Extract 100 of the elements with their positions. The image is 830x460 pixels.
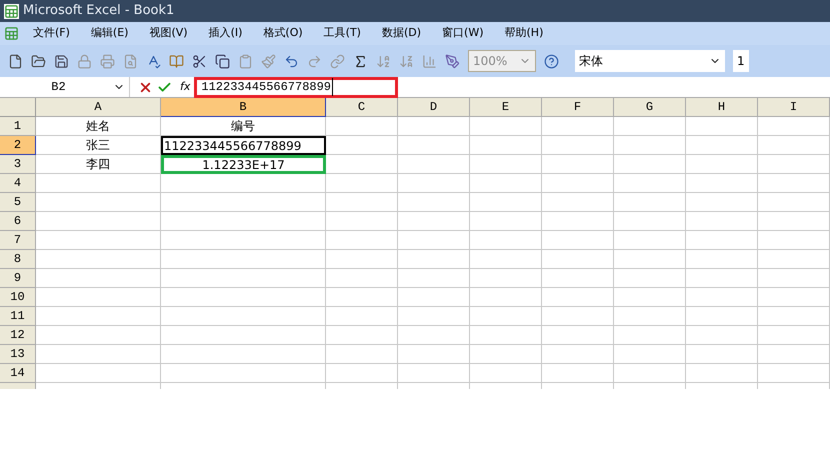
redo-icon[interactable] [307,54,322,68]
empty-cell[interactable] [614,269,686,288]
empty-cell[interactable] [542,288,614,307]
font-dropdown[interactable]: 宋体 [575,50,725,72]
empty-cell[interactable] [326,212,398,231]
lock-icon[interactable] [77,54,92,68]
row-header[interactable]: 10 [0,288,36,307]
menu-item[interactable]: 窗口(W) [436,25,490,42]
empty-cell[interactable] [542,155,614,174]
column-header[interactable]: F [542,98,614,117]
row-header[interactable]: 5 [0,193,36,212]
empty-cell[interactable] [470,136,542,155]
table-cell[interactable]: 张三 [36,136,161,155]
empty-cell[interactable] [758,193,830,212]
new-file-icon[interactable] [8,54,23,68]
empty-cell[interactable] [758,117,830,136]
empty-cell[interactable] [758,307,830,326]
column-header[interactable]: H [686,98,758,117]
empty-cell[interactable] [161,231,326,250]
empty-cell[interactable] [686,269,758,288]
row-header[interactable]: 2 [0,136,36,155]
function-label[interactable]: fx [180,78,190,96]
empty-cell[interactable] [326,136,398,155]
table-cell[interactable]: 1.12233E+17 [161,155,326,174]
empty-cell[interactable] [398,155,470,174]
empty-cell[interactable] [326,269,398,288]
row-header[interactable]: 13 [0,345,36,364]
empty-cell[interactable] [542,326,614,345]
empty-cell[interactable] [161,174,326,193]
spreadsheet-icon[interactable] [4,26,19,41]
column-header[interactable]: G [614,98,686,117]
table-cell[interactable]: 姓名 [36,117,161,136]
empty-cell[interactable] [470,345,542,364]
empty-cell[interactable] [758,212,830,231]
empty-cell[interactable] [542,174,614,193]
link-icon[interactable] [330,54,345,68]
empty-cell[interactable] [614,307,686,326]
sort-descending-icon[interactable] [399,54,414,68]
copy-icon[interactable] [215,54,230,68]
corner-header[interactable] [0,98,36,117]
empty-cell[interactable] [326,250,398,269]
row-header[interactable]: 9 [0,269,36,288]
empty-cell[interactable] [326,174,398,193]
empty-cell[interactable] [614,250,686,269]
empty-cell[interactable] [161,212,326,231]
empty-cell[interactable] [758,155,830,174]
menu-item[interactable]: 文件(F) [27,25,76,42]
row-header[interactable]: 7 [0,231,36,250]
empty-cell[interactable] [542,364,614,383]
empty-cell[interactable] [758,231,830,250]
menu-item[interactable]: 帮助(H) [498,25,550,42]
empty-cell[interactable] [470,212,542,231]
menu-item[interactable]: 工具(T) [318,25,367,42]
book-icon[interactable] [169,54,184,68]
scissors-icon[interactable] [192,54,207,68]
empty-cell[interactable] [470,155,542,174]
empty-cell[interactable] [686,212,758,231]
pen-icon[interactable] [445,54,460,68]
empty-cell[interactable] [542,269,614,288]
spellcheck-icon[interactable] [146,54,161,68]
column-header[interactable]: E [470,98,542,117]
empty-cell[interactable] [326,155,398,174]
help-icon[interactable] [544,54,559,68]
empty-cell[interactable] [398,345,470,364]
empty-cell[interactable] [686,288,758,307]
row-header[interactable]: 8 [0,250,36,269]
empty-cell[interactable] [161,364,326,383]
empty-cell[interactable] [326,345,398,364]
empty-cell[interactable] [326,117,398,136]
empty-cell[interactable] [686,231,758,250]
empty-cell[interactable] [758,136,830,155]
column-header[interactable]: I [758,98,830,117]
row-header[interactable]: 4 [0,174,36,193]
empty-cell[interactable] [161,288,326,307]
row-header[interactable]: 1 [0,117,36,136]
empty-cell[interactable] [542,250,614,269]
empty-cell[interactable] [758,364,830,383]
empty-cell[interactable] [161,345,326,364]
clipboard-icon[interactable] [238,54,253,68]
empty-cell[interactable] [470,269,542,288]
empty-cell[interactable] [542,212,614,231]
empty-cell[interactable] [686,345,758,364]
table-cell[interactable]: 编号 [161,117,326,136]
empty-cell[interactable] [686,250,758,269]
table-cell[interactable]: 李四 [36,155,161,174]
empty-cell[interactable] [614,174,686,193]
folder-icon[interactable] [31,54,46,68]
row-header[interactable]: 11 [0,307,36,326]
empty-cell[interactable] [542,136,614,155]
empty-cell[interactable] [686,193,758,212]
font-size-field[interactable]: 1 [733,50,749,72]
menu-item[interactable]: 视图(V) [143,25,194,42]
row-header[interactable]: 6 [0,212,36,231]
empty-cell[interactable] [398,117,470,136]
empty-cell[interactable] [470,174,542,193]
empty-cell[interactable] [686,117,758,136]
empty-cell[interactable] [758,269,830,288]
empty-cell[interactable] [398,136,470,155]
empty-cell[interactable] [398,250,470,269]
empty-cell[interactable] [686,155,758,174]
